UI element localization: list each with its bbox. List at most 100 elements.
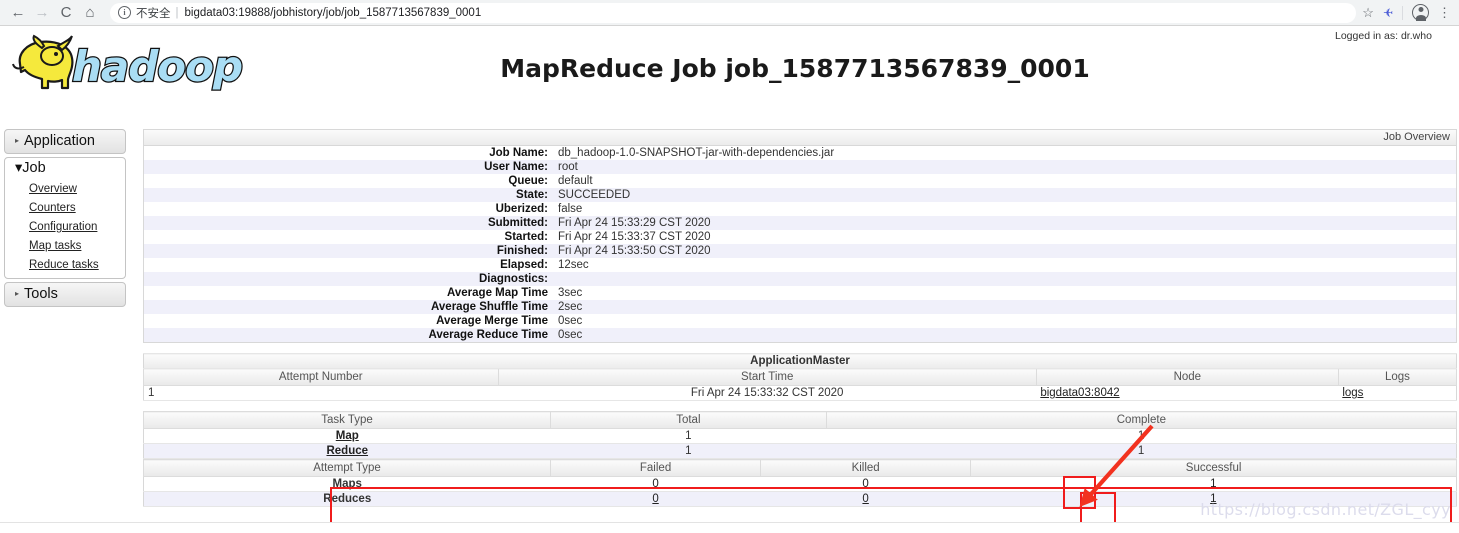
column-header-complete: Complete [825, 411, 1458, 429]
row-key: Queue: [508, 175, 548, 187]
application-master-title: ApplicationMaster [143, 353, 1457, 369]
reduce-tasks-link[interactable]: Reduce [326, 445, 368, 457]
row-key: Average Shuffle Time [431, 301, 548, 313]
table-row: Average Shuffle Time 2sec [143, 300, 1457, 314]
table-row: Diagnostics: [143, 272, 1457, 286]
extension-icon[interactable]: ✈ [1383, 6, 1393, 20]
column-header-logs: Logs [1337, 368, 1458, 386]
sidebar-group-job-header[interactable]: ▾Job [5, 158, 125, 179]
hadoop-wordmark: hadoop [71, 41, 245, 93]
row-value: 0sec [558, 315, 583, 327]
list-item: Configuration [29, 217, 125, 236]
table-row: Average Reduce Time 0sec [143, 328, 1457, 343]
chevron-right-icon: ▸ [15, 289, 20, 298]
row-value: Fri Apr 24 15:33:50 CST 2020 [558, 245, 711, 257]
row-key: Elapsed: [500, 259, 548, 271]
cell-total: 1 [550, 428, 827, 444]
sidebar-group-tools[interactable]: ▸ Tools [4, 282, 126, 307]
row-value: 0sec [558, 329, 583, 341]
list-item: Reduce tasks [29, 255, 125, 274]
page-body: hadoop Logged in as: dr.who MapReduce Jo… [0, 26, 1459, 533]
sidebar-group-job: ▾Job Overview Counters Configuration Map… [4, 157, 126, 279]
cell-attempt-type: Maps [143, 476, 551, 492]
sidebar-group-tools-label: Tools [24, 286, 58, 302]
table-row: Submitted: Fri Apr 24 15:33:29 CST 2020 [143, 216, 1457, 230]
table-row: Average Map Time 3sec [143, 286, 1457, 300]
sidebar-item-counters[interactable]: Counters [29, 202, 76, 214]
row-value: false [558, 203, 583, 215]
maps-killed-link[interactable]: 0 [862, 478, 868, 490]
table-row: Queue: default [143, 174, 1457, 188]
cell-task-type: Reduce [143, 443, 551, 459]
toolbar-divider [1402, 5, 1403, 20]
cell-complete: 1 [826, 428, 1457, 444]
logs-link[interactable]: logs [1342, 387, 1363, 399]
row-value: Fri Apr 24 15:33:37 CST 2020 [558, 231, 711, 243]
column-header-total: Total [550, 411, 827, 429]
site-info-icon[interactable]: i [118, 6, 131, 19]
row-key: Average Merge Time [436, 315, 548, 327]
table-row: Maps 0 0 1 [143, 476, 1457, 492]
table-row: Elapsed: 12sec [143, 258, 1457, 272]
sidebar-group-application-label: Application [24, 133, 95, 149]
cell-node: bigdata03:8042 [1036, 385, 1339, 401]
sidebar-item-map-tasks[interactable]: Map tasks [29, 240, 81, 252]
row-key: Average Reduce Time [428, 329, 548, 341]
cell-task-type: Map [143, 428, 551, 444]
reduces-failed-link[interactable]: 0 [652, 493, 658, 505]
table-header-row: Attempt Type Failed Killed Successful [142, 459, 1457, 477]
column-header-start-time: Start Time [497, 368, 1037, 386]
row-value: 3sec [558, 287, 583, 299]
column-header-task-type: Task Type [142, 411, 552, 429]
row-key: Finished: [496, 245, 548, 257]
reload-icon[interactable]: C [54, 1, 78, 25]
row-value: db_hadoop-1.0-SNAPSHOT-jar-with-dependen… [558, 147, 835, 159]
row-key: Average Map Time [447, 287, 548, 299]
table-row: Job Name: db_hadoop-1.0-SNAPSHOT-jar-with… [143, 145, 1457, 160]
row-value: default [558, 175, 593, 187]
browser-toolbar: ← → C ⌂ i 不安全 | bigdata03:19888/jobhisto… [0, 0, 1459, 26]
list-item: Map tasks [29, 236, 125, 255]
row-key: Started: [504, 231, 548, 243]
job-overview-caption: Job Overview [143, 129, 1457, 145]
main-content: Job Overview Job Name: db_hadoop-1.0-SNAP… [142, 129, 1458, 507]
chevron-right-icon: ▸ [15, 136, 20, 145]
forward-button[interactable]: → [30, 1, 54, 25]
task-summary-table: Task Type Total Complete Map 1 1 Reduce … [142, 411, 1458, 459]
browser-menu-icon[interactable]: ⋮ [1438, 6, 1451, 19]
map-tasks-link[interactable]: Map [336, 430, 359, 442]
sidebar-group-job-label: Job [22, 160, 46, 176]
page-bottom-strip [0, 522, 1459, 533]
cell-failed: 0 [550, 476, 761, 492]
task-summary-body: Task Type Total Complete Map 1 1 Reduce … [142, 411, 1458, 459]
job-overview-rows: Job Name: db_hadoop-1.0-SNAPSHOT-jar-with… [143, 145, 1457, 343]
table-header-row: Task Type Total Complete [142, 411, 1458, 429]
sidebar-group-application[interactable]: ▸ Application [4, 129, 126, 154]
sidebar-item-configuration[interactable]: Configuration [29, 221, 97, 233]
cell-start-time: Fri Apr 24 15:33:32 CST 2020 [498, 385, 1037, 401]
application-master-title-row: ApplicationMaster [143, 353, 1457, 369]
sidebar-item-reduce-tasks[interactable]: Reduce tasks [29, 259, 99, 271]
home-icon[interactable]: ⌂ [78, 1, 102, 25]
maps-failed-link[interactable]: 0 [652, 478, 658, 490]
row-value: SUCCEEDED [558, 189, 631, 201]
sidebar-item-overview[interactable]: Overview [29, 183, 77, 195]
cell-attempt-number: 1 [143, 385, 498, 401]
column-header-node: Node [1035, 368, 1339, 386]
address-bar[interactable]: i 不安全 | bigdata03:19888/jobhistory/job/j… [110, 2, 1357, 23]
reduces-killed-link[interactable]: 0 [862, 493, 868, 505]
watermark: https://blog.csdn.net/ZGL_cyy [1200, 500, 1451, 519]
table-row: Started: Fri Apr 24 15:33:37 CST 2020 [143, 230, 1457, 244]
maps-successful-link[interactable]: 1 [1210, 478, 1216, 490]
node-link[interactable]: bigdata03:8042 [1040, 387, 1119, 399]
profile-avatar-icon[interactable] [1412, 4, 1429, 21]
row-key: Job Name: [489, 147, 548, 159]
page-title: MapReduce Job job_1587713567839_0001 [500, 54, 1090, 83]
table-row: Map 1 1 [143, 428, 1457, 444]
table-row: Average Merge Time 0sec [143, 314, 1457, 328]
row-key: Submitted: [487, 217, 548, 229]
column-header-attempt-number: Attempt Number [143, 368, 499, 386]
back-button[interactable]: ← [6, 1, 30, 25]
bookmark-star-icon[interactable]: ☆ [1362, 5, 1374, 21]
address-bar-url: bigdata03:19888/jobhistory/job/job_15877… [184, 6, 482, 19]
